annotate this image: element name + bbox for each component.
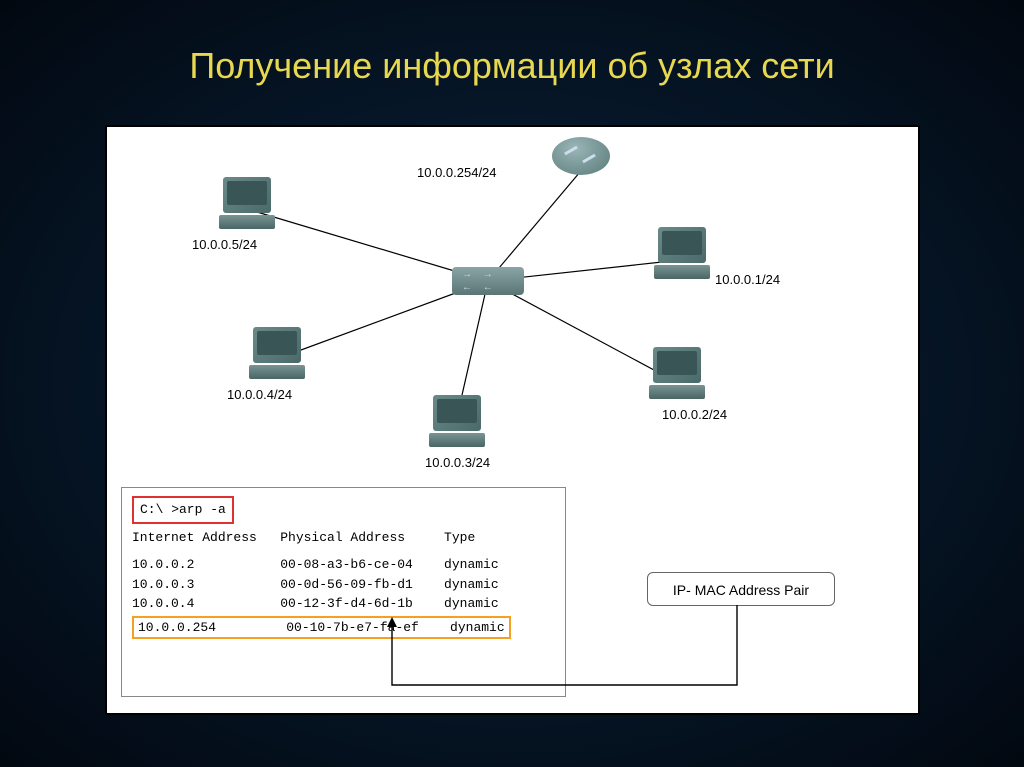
slide-title: Получение информации об узлах сети <box>0 0 1024 107</box>
pc-icon <box>647 347 707 402</box>
pc-icon <box>652 227 712 282</box>
arp-row: 10.0.0.4 00-12-3f-d4-6d-1b dynamic <box>132 594 555 614</box>
switch-icon <box>452 267 524 295</box>
router-icon <box>552 137 610 175</box>
content-frame: 10.0.0.254/24 10.0.0.5/24 10.0.0.1/24 10… <box>105 125 920 715</box>
arp-command: C:\ >arp -a <box>140 502 226 517</box>
pc-icon <box>427 395 487 450</box>
arp-row: 10.0.0.2 00-08-a3-b6-ce-04 dynamic <box>132 555 555 575</box>
arp-header: Internet Address Physical Address Type <box>132 528 555 548</box>
pc-label: 10.0.0.5/24 <box>192 237 257 252</box>
arp-command-highlight: C:\ >arp -a <box>132 496 234 524</box>
ip-mac-pair-callout: IP- MAC Address Pair <box>647 572 835 606</box>
pc-label: 10.0.0.3/24 <box>425 455 490 470</box>
arp-row: 10.0.0.3 00-0d-56-09-fb-d1 dynamic <box>132 575 555 595</box>
arp-row: 10.0.0.254 00-10-7b-e7-fa-ef dynamic <box>138 620 505 635</box>
pc-icon <box>247 327 307 382</box>
pc-label: 10.0.0.4/24 <box>227 387 292 402</box>
pc-label: 10.0.0.2/24 <box>662 407 727 422</box>
router-label: 10.0.0.254/24 <box>417 165 497 180</box>
pc-label: 10.0.0.1/24 <box>715 272 780 287</box>
network-diagram: 10.0.0.254/24 10.0.0.5/24 10.0.0.1/24 10… <box>107 127 918 487</box>
terminal-output: C:\ >arp -a Internet Address Physical Ad… <box>121 487 566 697</box>
pc-icon <box>217 177 277 232</box>
arp-row-highlight: 10.0.0.254 00-10-7b-e7-fa-ef dynamic <box>132 616 511 640</box>
